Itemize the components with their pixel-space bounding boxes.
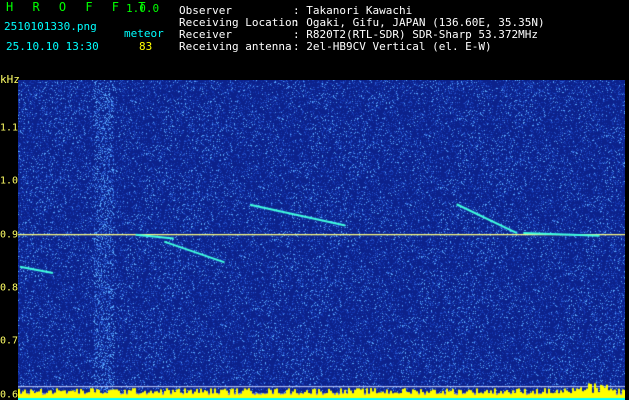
filename: 2510101330.png <box>4 20 97 33</box>
spectrogram-canvas <box>18 80 625 400</box>
y-tick-label: 0.7 <box>0 335 19 347</box>
meteor-count: 83 <box>139 40 153 53</box>
y-tick-label: 1.1 <box>0 122 19 134</box>
hrofft-window: H R O F F T 1.0.0 2510101330.png 25.10.1… <box>0 0 629 400</box>
antenna-label: Receiving antenna <box>179 40 292 53</box>
y-tick-label: 0.6 <box>0 389 19 400</box>
info-header: H R O F F T 1.0.0 2510101330.png 25.10.1… <box>0 0 629 78</box>
antenna-value: : 2el-HB9CV Vertical (el. E-W) <box>293 40 492 53</box>
meteor-label: meteor <box>124 27 164 40</box>
app-version: 1.0.0 <box>126 2 160 15</box>
y-tick-label: 0.8 <box>0 282 19 294</box>
spectrogram-panel <box>18 80 625 400</box>
datetime: 25.10.10 13:30 <box>6 40 99 53</box>
y-tick-label: 0.9 <box>0 229 19 241</box>
y-tick-label: 1.0 <box>0 175 19 187</box>
y-axis-unit: kHz <box>0 73 20 86</box>
